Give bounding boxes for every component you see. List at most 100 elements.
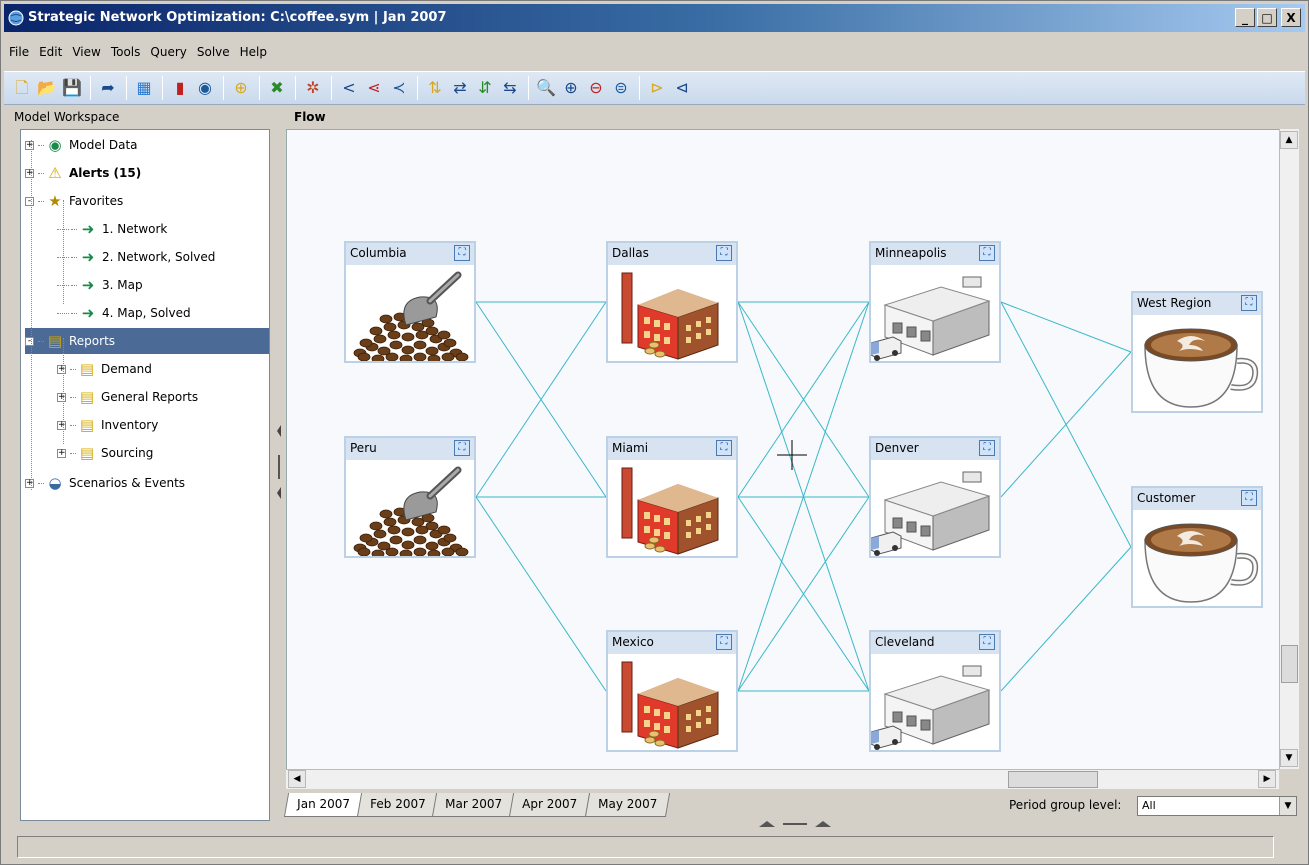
branch-dots-icon[interactable]: ⋖ (362, 76, 386, 100)
node-denver[interactable]: Denver ⛶ (869, 436, 1001, 558)
node-properties-icon[interactable]: ⛶ (454, 245, 470, 261)
title-bar[interactable]: Strategic Network Optimization: C:\coffe… (4, 4, 1305, 32)
network-icon[interactable]: ✲ (301, 76, 325, 100)
flow-link-minneapolis-west_region[interactable] (1000, 301, 1132, 353)
node-columbia[interactable]: Columbia ⛶ (344, 241, 476, 364)
expand-icon[interactable]: + (57, 364, 66, 374)
scroll-left-button[interactable]: ◀ (288, 770, 306, 788)
globe-icon[interactable]: ◉ (193, 76, 217, 100)
tree-item-favorites[interactable]: - ★ Favorites (25, 188, 269, 214)
tree-item-2-network-solved[interactable]: ➜ 2. Network, Solved (57, 244, 269, 270)
vertical-scroll-thumb[interactable] (1281, 645, 1298, 683)
menu-query[interactable]: Query (145, 43, 191, 65)
tree-item-sourcing[interactable]: + ▤ Sourcing (57, 440, 269, 466)
binoculars-icon[interactable]: ⊕ (229, 76, 253, 100)
flow-canvas[interactable]: Columbia ⛶ Peru ⛶ Dallas ⛶ Miami ⛶ Mexic… (286, 129, 1279, 769)
chevron-down-icon[interactable]: ▼ (1279, 797, 1296, 815)
node-label: Columbia (350, 246, 407, 260)
branch-merge-icon[interactable]: ≺ (387, 76, 411, 100)
tree-item-demand[interactable]: + ▤ Demand (57, 356, 269, 382)
save-icon[interactable]: 💾 (60, 76, 84, 100)
zoom-out-icon[interactable]: ⊖ (584, 76, 608, 100)
menu-help[interactable]: Help (235, 43, 272, 65)
calculator-icon[interactable]: ▦ (132, 76, 156, 100)
tree-item-model-data[interactable]: + ◉ Model Data (25, 132, 269, 158)
scroll-down-button[interactable]: ▼ (1280, 749, 1298, 767)
node-dallas[interactable]: Dallas ⛶ (606, 241, 738, 363)
node-properties-icon[interactable]: ⛶ (716, 245, 732, 261)
menu-edit[interactable]: Edit (34, 43, 67, 65)
node-properties-icon[interactable]: ⛶ (716, 634, 732, 650)
node-minneapolis[interactable]: Minneapolis ⛶ (869, 241, 1001, 363)
sort-horizontal-icon[interactable]: ⇄ (448, 76, 472, 100)
tree-item-inventory[interactable]: + ▤ Inventory (57, 412, 269, 438)
tab-feb-2007[interactable]: Feb 2007 (356, 793, 439, 817)
horizontal-scroll-thumb[interactable] (1008, 771, 1098, 788)
new-file-icon[interactable]: 🗋 (10, 76, 34, 100)
zoom-fit-icon[interactable]: ⊜ (609, 76, 633, 100)
export-icon[interactable]: ➦ (96, 76, 120, 100)
tab-mar-2007[interactable]: Mar 2007 (432, 793, 516, 817)
expand-icon[interactable]: + (25, 168, 34, 178)
node-peru[interactable]: Peru ⛶ (344, 436, 476, 559)
collapse-icon[interactable]: - (25, 196, 34, 206)
flow-link-denver-west_region[interactable] (1000, 351, 1132, 498)
node-west-region[interactable]: West Region ⛶ (1131, 291, 1263, 413)
node-properties-icon[interactable]: ⛶ (1241, 490, 1257, 506)
zoom-in-icon[interactable]: ⊕ (559, 76, 583, 100)
expand-icon[interactable]: + (57, 420, 66, 430)
node-properties-icon[interactable]: ⛶ (1241, 295, 1257, 311)
collapse-icon[interactable]: - (25, 336, 34, 346)
tree-item-reports[interactable]: - ▤ Reports (25, 328, 269, 354)
tree-item-3-map[interactable]: ➜ 3. Map (57, 272, 269, 298)
expand-icon[interactable]: + (57, 392, 66, 402)
bar-chart-icon[interactable]: ▮ (168, 76, 192, 100)
node-properties-icon[interactable]: ⛶ (979, 440, 995, 456)
close-button[interactable]: X (1281, 8, 1301, 27)
expand-icon[interactable]: + (25, 140, 34, 150)
open-folder-icon[interactable]: 📂 (35, 76, 59, 100)
expand-icon[interactable]: + (57, 448, 66, 458)
panel-resize-grip-icon[interactable] (757, 819, 833, 829)
node-properties-icon[interactable]: ⛶ (716, 440, 732, 456)
menu-view[interactable]: View (67, 43, 105, 65)
horizontal-scrollbar[interactable]: ◀ ▶ (286, 769, 1279, 789)
node-properties-icon[interactable]: ⛶ (979, 634, 995, 650)
node-mexico[interactable]: Mexico ⛶ (606, 630, 738, 752)
zoom-icon[interactable]: 🔍 (534, 76, 558, 100)
flow-link-peru-mexico[interactable] (475, 496, 607, 692)
sort-za-icon[interactable]: ⇆ (498, 76, 522, 100)
tab-apr-2007[interactable]: Apr 2007 (509, 793, 591, 817)
maximize-button[interactable]: □ (1257, 8, 1277, 27)
layout-right-icon[interactable]: ⊲ (670, 76, 694, 100)
period-group-select[interactable]: All ▼ (1137, 796, 1297, 816)
tree-item-alerts-15[interactable]: + ⚠ Alerts (15) (25, 160, 269, 186)
tab-may-2007[interactable]: May 2007 (584, 793, 670, 817)
expand-icon[interactable]: + (25, 478, 34, 488)
sort-az-icon[interactable]: ⇵ (473, 76, 497, 100)
scroll-up-button[interactable]: ▲ (1280, 131, 1298, 149)
node-properties-icon[interactable]: ⛶ (979, 245, 995, 261)
node-properties-icon[interactable]: ⛶ (454, 440, 470, 456)
menu-file[interactable]: File (4, 43, 34, 65)
tree-item-1-network[interactable]: ➜ 1. Network (57, 216, 269, 242)
tree-item-general-reports[interactable]: + ▤ General Reports (57, 384, 269, 410)
node-customer[interactable]: Customer ⛶ (1131, 486, 1263, 608)
minimize-button[interactable]: _ (1235, 8, 1255, 27)
tree-item-4-map-solved[interactable]: ➜ 4. Map, Solved (57, 300, 269, 326)
node-miami[interactable]: Miami ⛶ (606, 436, 738, 558)
tab-jan-2007[interactable]: Jan 2007 (283, 793, 363, 817)
tree-connector (71, 228, 77, 230)
sort-vertical-icon[interactable]: ⇅ (423, 76, 447, 100)
menu-tools[interactable]: Tools (106, 43, 146, 65)
pane-splitter[interactable] (273, 107, 285, 827)
tree-item-scenarios-events[interactable]: + ◒ Scenarios & Events (25, 470, 269, 496)
layout-left-icon[interactable]: ⊳ (645, 76, 669, 100)
vertical-scrollbar[interactable]: ▲ ▼ (1279, 129, 1299, 769)
scroll-right-button[interactable]: ▶ (1258, 770, 1276, 788)
node-cleveland[interactable]: Cleveland ⛶ (869, 630, 1001, 752)
flow-link-cleveland-customer[interactable] (1000, 546, 1132, 692)
delete-window-icon[interactable]: ✖ (265, 76, 289, 100)
branch-left-icon[interactable]: < (337, 76, 361, 100)
menu-solve[interactable]: Solve (192, 43, 235, 65)
